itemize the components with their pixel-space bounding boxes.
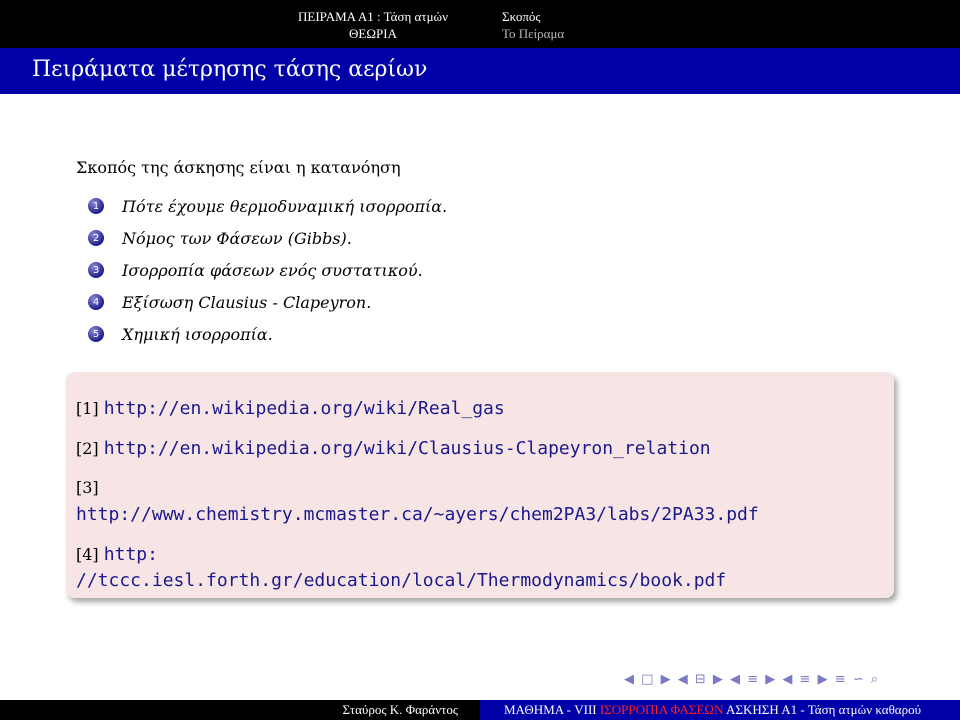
objectives-list: 1 Πότε έχουμε θερμοδυναμική ισορροπία. 2… xyxy=(88,190,447,350)
footer-bar: Σταύρος Κ. Φαράντος ΜΑΘΗΜΑ - VIII ΙΣΟΡΡΟ… xyxy=(0,700,960,720)
reference-item-continued: //tccc.iesl.forth.gr/education/local/The… xyxy=(76,570,726,591)
list-item-text: Πότε έχουμε θερμοδυναμική ισορροπία. xyxy=(122,196,448,216)
next-subsection-icon[interactable]: ▶ xyxy=(713,672,723,687)
reference-item: [2] http://en.wikipedia.org/wiki/Clausiu… xyxy=(76,438,711,459)
next-section-icon[interactable]: ▶ xyxy=(765,672,775,687)
zoom-icon[interactable]: ∽ xyxy=(853,672,864,687)
reference-item: [4] http: xyxy=(76,544,158,565)
doc-icon[interactable]: ≡ xyxy=(800,672,811,687)
frame-icon[interactable]: □ xyxy=(641,672,653,687)
search-icon[interactable]: ⌕ xyxy=(871,672,878,687)
prev-subsection-icon[interactable]: ◀ xyxy=(678,672,688,687)
prev-doc-icon[interactable]: ◀ xyxy=(782,672,792,687)
frame-title: Πειράματα μέτρησης τάσης αερίων xyxy=(32,57,428,82)
reference-label: [4] xyxy=(76,545,99,564)
bullet-number-icon: 4 xyxy=(88,294,104,310)
reference-label: [1] xyxy=(76,399,99,418)
frame-title-bar: Πειράματα μέτρησης τάσης αερίων xyxy=(0,48,960,94)
intro-text: Σκοπός της άσκησης είναι η κατανόηση xyxy=(76,158,401,177)
nav-section-theory[interactable]: ΠΕΙΡΑΜΑ Α1 : Τάση ατμών ΘΕΩΡΙΑ xyxy=(273,8,473,42)
list-item-text: Εξίσωση Clausius - Clapeyron. xyxy=(122,292,372,312)
list-item-text: Ισορροπία φάσεων ενός συστατικού. xyxy=(122,260,423,280)
reference-item-continued: http://www.chemistry.mcmaster.ca/~ayers/… xyxy=(76,504,759,525)
subsection-icon[interactable]: ⊟ xyxy=(695,672,706,687)
list-item: 4 Εξίσωση Clausius - Clapeyron. xyxy=(88,286,447,318)
list-item-text: Νόμος των Φάσεων (Gibbs). xyxy=(122,228,352,248)
reference-label: [2] xyxy=(76,439,99,458)
nav-subsection-title: Σκοπός xyxy=(502,9,541,24)
reference-link[interactable]: http: xyxy=(104,544,158,565)
nav-section-title: ΠΕΙΡΑΜΑ Α1 : Τάση ατμών xyxy=(298,9,448,24)
reference-item: [1] http://en.wikipedia.org/wiki/Real_ga… xyxy=(76,398,505,419)
bullet-number-icon: 5 xyxy=(88,326,104,342)
references-block: [1] http://en.wikipedia.org/wiki/Real_ga… xyxy=(66,372,894,598)
footer-course: ΜΑΘΗΜΑ - VIII xyxy=(504,702,597,717)
list-item: 2 Νόμος των Φάσεων (Gibbs). xyxy=(88,222,447,254)
footer-author-panel: Σταύρος Κ. Φαράντος xyxy=(0,700,480,720)
nav-subsection-purpose[interactable]: Σκοπός Το Πείραμα xyxy=(502,8,702,42)
reference-link[interactable]: http://en.wikipedia.org/wiki/Real_gas xyxy=(104,398,505,419)
nav-section-subtitle: ΘΕΩΡΙΑ xyxy=(349,26,397,41)
next-frame-icon[interactable]: ▶ xyxy=(661,672,671,687)
header-navigation-bar: ΠΕΙΡΑΜΑ Α1 : Τάση ατμών ΘΕΩΡΙΑ Σκοπός Το… xyxy=(0,0,960,48)
reference-link[interactable]: //tccc.iesl.forth.gr/education/local/The… xyxy=(76,570,726,591)
bullet-number-icon: 2 xyxy=(88,230,104,246)
reference-label: [3] xyxy=(76,478,99,497)
prev-frame-icon[interactable]: ◀ xyxy=(624,672,634,687)
bullet-number-icon: 3 xyxy=(88,262,104,278)
list-item: 1 Πότε έχουμε θερμοδυναμική ισορροπία. xyxy=(88,190,447,222)
reference-link[interactable]: http://en.wikipedia.org/wiki/Clausius-Cl… xyxy=(104,438,711,459)
footer-title-panel: ΜΑΘΗΜΑ - VIII ΙΣΟΡΡΟΠΙΑ ΦΑΣΕΩΝ ΑΣΚΗΣΗ Α1… xyxy=(480,700,960,720)
prev-section-icon[interactable]: ◀ xyxy=(730,672,740,687)
reference-link[interactable]: http://www.chemistry.mcmaster.ca/~ayers/… xyxy=(76,504,759,525)
list-item: 3 Ισορροπία φάσεων ενός συστατικού. xyxy=(88,254,447,286)
footer-author: Σταύρος Κ. Φαράντος xyxy=(342,702,458,717)
footer-exercise: ΑΣΚΗΣΗ Α1 - Τάση ατμών καθαρού xyxy=(726,702,922,717)
next-doc-icon[interactable]: ▶ xyxy=(818,672,828,687)
list-item-text: Χημική ισορροπία. xyxy=(122,324,273,344)
section-icon[interactable]: ≡ xyxy=(747,672,758,687)
beamer-navigation-symbols: ◀ □ ▶ ◀ ⊟ ▶ ◀ ≡ ▶ ◀ ≡ ▶ ≡ ∽ ⌕ xyxy=(624,672,881,696)
reference-item: [3] xyxy=(76,478,99,497)
list-item: 5 Χημική ισορροπία. xyxy=(88,318,447,350)
appendix-icon[interactable]: ≡ xyxy=(835,672,846,687)
footer-topic: ΙΣΟΡΡΟΠΙΑ ΦΑΣΕΩΝ xyxy=(599,702,724,717)
nav-subsection-subtitle: Το Πείραμα xyxy=(502,26,565,41)
bullet-number-icon: 1 xyxy=(88,198,104,214)
